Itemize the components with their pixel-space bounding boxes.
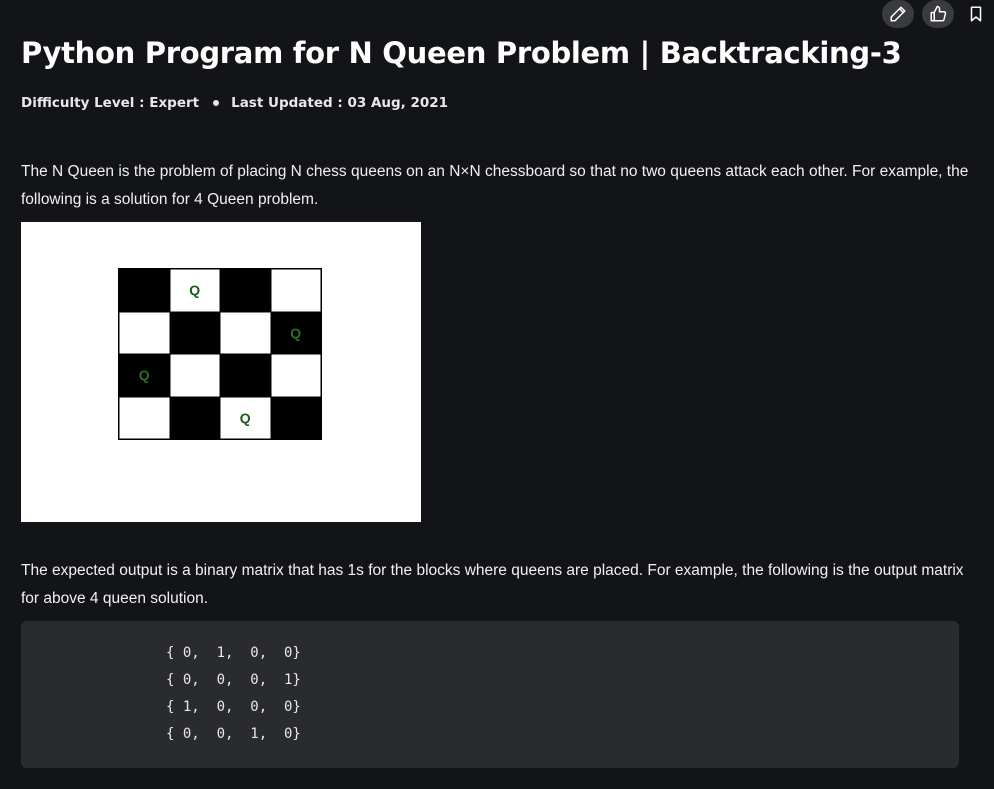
chessboard-figure: Q Q Q Q (21, 222, 421, 522)
board-cell (119, 396, 170, 439)
output-paragraph: The expected output is a binary matrix t… (21, 562, 964, 607)
pencil-icon (890, 6, 906, 22)
like-button[interactable] (922, 0, 954, 28)
difficulty-level[interactable]: Difficulty Level : Expert (21, 95, 199, 111)
bookmark-button[interactable] (962, 0, 990, 28)
board-cell (169, 354, 220, 397)
queen-label: Q (138, 367, 150, 384)
code-line: { 0, 0, 1, 0} (166, 726, 301, 742)
code-block: { 0, 1, 0, 0} { 0, 0, 0, 1} { 1, 0, 0, 0} {… (21, 621, 959, 768)
code-line: { 0, 0, 0, 1} (166, 672, 301, 688)
board-cell (220, 354, 271, 397)
code-line: { 1, 0, 0, 0} (166, 699, 301, 715)
chessboard: Q Q Q Q (118, 268, 322, 440)
last-updated: Last Updated : 03 Aug, 2021 (231, 95, 449, 111)
board-cell (270, 269, 321, 312)
code-line: { 0, 1, 0, 0} (166, 645, 301, 661)
intro-paragraph: The N Queen is the problem of placing N … (21, 163, 969, 208)
board-cell (119, 311, 170, 354)
board-cell (270, 396, 321, 439)
separator-dot (213, 100, 220, 106)
board-cell (220, 311, 271, 354)
board-cell: Q (119, 354, 170, 397)
article-toolbar (882, 0, 990, 28)
board-cell (169, 311, 220, 354)
article-meta: Difficulty Level : Expert Last Updated :… (21, 95, 448, 111)
board-cell (169, 396, 220, 439)
bookmark-icon (970, 6, 982, 22)
board-cell: Q (220, 396, 271, 439)
board-cell (119, 269, 170, 312)
board-cell (220, 269, 271, 312)
queen-label: Q (189, 282, 201, 299)
queen-label: Q (239, 409, 251, 426)
page-title: Python Program for N Queen Problem | Bac… (21, 36, 902, 70)
board-cell: Q (169, 269, 220, 312)
edit-button[interactable] (882, 0, 914, 28)
queen-label: Q (290, 324, 302, 341)
thumbs-up-icon (930, 5, 947, 22)
board-cell (270, 354, 321, 397)
board-cell: Q (270, 311, 321, 354)
